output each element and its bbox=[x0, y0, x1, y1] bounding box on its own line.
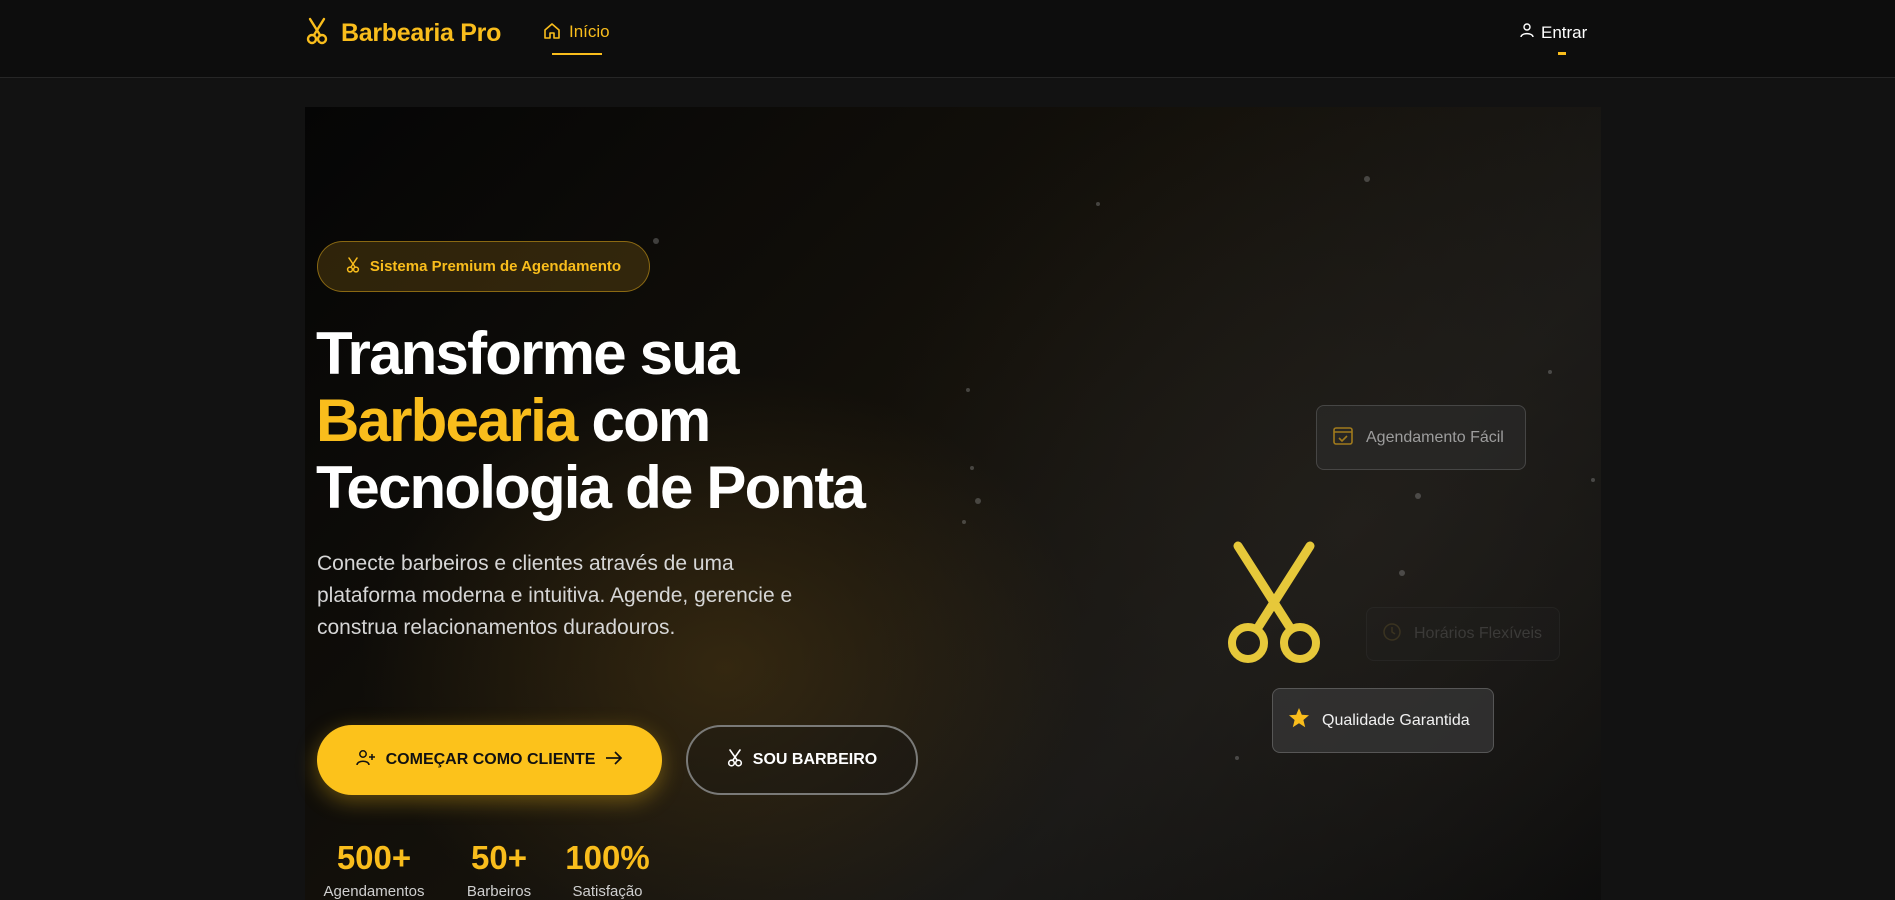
user-plus-icon bbox=[355, 749, 376, 772]
scissors-icon bbox=[727, 748, 743, 772]
start-as-client-button[interactable]: COMEÇAR COMO CLIENTE bbox=[317, 725, 662, 795]
particle bbox=[962, 520, 966, 524]
clock-icon bbox=[1382, 622, 1402, 647]
login-label: Entrar bbox=[1541, 22, 1588, 42]
particle bbox=[1591, 478, 1595, 482]
particle bbox=[1399, 570, 1405, 576]
hero-subtitle: Conecte barbeiros e clientes através de … bbox=[317, 552, 793, 639]
particle bbox=[970, 466, 974, 470]
particle bbox=[1364, 176, 1370, 182]
feature-label: Agendamento Fácil bbox=[1366, 428, 1504, 446]
i-am-barber-label: SOU BARBEIRO bbox=[752, 751, 878, 768]
home-icon bbox=[543, 22, 561, 45]
stat-label: Agendamentos bbox=[323, 883, 425, 900]
brand-name: Barbearia Pro bbox=[341, 18, 502, 47]
headline-line-1: Transforme sua bbox=[316, 320, 739, 387]
premium-badge: Sistema Premium de Agendamento bbox=[317, 241, 650, 292]
active-nav-indicator bbox=[552, 53, 602, 55]
stat-value: 500+ bbox=[336, 839, 412, 876]
nav-home-label: Início bbox=[569, 22, 610, 41]
feature-card-flexible-hours: Horários Flexíveis bbox=[1366, 607, 1560, 661]
stat-value: 100% bbox=[565, 839, 650, 876]
hero-headline: Transforme sua Barbearia com Tecnologia … bbox=[316, 320, 956, 521]
scissors-illustration-icon bbox=[1223, 540, 1325, 671]
top-navbar bbox=[0, 0, 1895, 78]
particle bbox=[966, 388, 970, 392]
brand-logo-link[interactable]: Barbearia Pro bbox=[305, 17, 501, 49]
particle bbox=[653, 238, 659, 244]
feature-label: Horários Flexíveis bbox=[1414, 625, 1543, 642]
particle bbox=[975, 498, 981, 504]
i-am-barber-button[interactable]: SOU BARBEIRO bbox=[686, 725, 918, 795]
headline-line-3: Tecnologia de Ponta bbox=[316, 454, 866, 521]
premium-badge-label: Sistema Premium de Agendamento bbox=[369, 258, 622, 275]
stat-barbers: 50+ Barbeiros bbox=[461, 838, 537, 900]
calendar-check-icon bbox=[1332, 424, 1354, 451]
star-icon bbox=[1288, 707, 1310, 734]
login-button[interactable]: Entrar bbox=[1519, 22, 1587, 43]
stat-satisfaction: 100% Satisfação bbox=[564, 838, 651, 900]
nav-link-home[interactable]: Início bbox=[543, 20, 610, 56]
feature-card-quality: Qualidade Garantida bbox=[1272, 688, 1494, 753]
particle bbox=[1548, 370, 1552, 374]
stat-appointments: 500+ Agendamentos bbox=[317, 838, 431, 900]
particle bbox=[1096, 202, 1100, 206]
user-icon bbox=[1519, 22, 1535, 43]
login-indicator bbox=[1558, 52, 1566, 55]
arrow-right-icon bbox=[605, 750, 623, 770]
headline-accent: Barbearia bbox=[316, 387, 578, 454]
scissors-icon bbox=[346, 256, 360, 277]
stat-label: Barbeiros bbox=[466, 883, 532, 900]
headline-line-2-rest: com bbox=[576, 387, 712, 454]
start-as-client-label: COMEÇAR COMO CLIENTE bbox=[385, 751, 596, 768]
particle bbox=[1415, 493, 1421, 499]
particle bbox=[1235, 756, 1239, 760]
feature-card-easy-booking: Agendamento Fácil bbox=[1316, 405, 1526, 470]
feature-label: Qualidade Garantida bbox=[1322, 711, 1470, 729]
scissors-icon bbox=[305, 17, 329, 50]
stat-label: Satisfação bbox=[572, 883, 643, 900]
stat-value: 50+ bbox=[471, 839, 527, 876]
